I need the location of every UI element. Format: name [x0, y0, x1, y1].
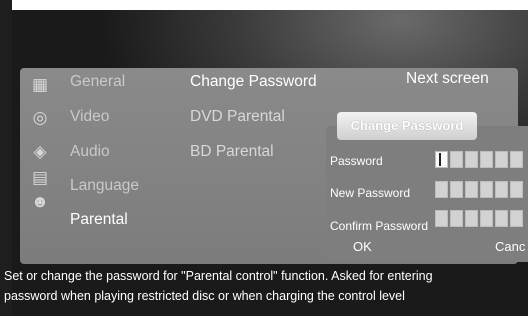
- film-reel-icon: ◎: [32, 108, 48, 127]
- confirm-password-label: Confirm Password: [330, 219, 429, 233]
- gear-box-icon: ▦: [31, 75, 49, 94]
- password-digit-box[interactable]: [435, 151, 448, 168]
- menu-item-video[interactable]: Video: [70, 108, 109, 126]
- new-password-input[interactable]: [435, 181, 523, 198]
- confirm-password-input[interactable]: [435, 210, 523, 227]
- password-digit-box[interactable]: [450, 151, 463, 168]
- password-digit-box[interactable]: [510, 151, 523, 168]
- new-password-digit-box[interactable]: [465, 181, 478, 198]
- password-digit-box[interactable]: [495, 151, 508, 168]
- next-screen-label[interactable]: Next screen: [406, 70, 489, 88]
- password-digit-box[interactable]: [465, 151, 478, 168]
- menu-item-parental[interactable]: Parental: [70, 211, 128, 229]
- menu-item-general[interactable]: General: [70, 73, 125, 91]
- speaker-icon: ◈: [33, 142, 47, 161]
- confirm-password-digit-box[interactable]: [450, 210, 463, 227]
- new-password-label: New Password: [330, 186, 411, 200]
- help-text: Set or change the password for "Parental…: [4, 266, 524, 306]
- confirm-password-digit-box[interactable]: [480, 210, 493, 227]
- new-password-digit-box[interactable]: [480, 181, 493, 198]
- language-icon: ▤: [31, 168, 49, 187]
- password-digit-box[interactable]: [480, 151, 493, 168]
- dialog-title: Change Password: [337, 112, 477, 140]
- cancel-button[interactable]: Canc: [495, 239, 525, 254]
- top-border: [0, 0, 528, 10]
- ok-button[interactable]: OK: [353, 239, 372, 254]
- confirm-password-digit-box[interactable]: [510, 210, 523, 227]
- help-text-line-1: Set or change the password for "Parental…: [4, 269, 433, 283]
- menu-item-audio[interactable]: Audio: [70, 143, 110, 161]
- submenu-change-password[interactable]: Change Password: [190, 73, 317, 91]
- submenu-dvd-parental[interactable]: DVD Parental: [190, 108, 285, 126]
- submenu-bd-parental[interactable]: BD Parental: [190, 143, 274, 161]
- confirm-password-digit-box[interactable]: [465, 210, 478, 227]
- new-password-digit-box[interactable]: [450, 181, 463, 198]
- help-text-line-2: password when playing restricted disc or…: [4, 289, 405, 303]
- new-password-digit-box[interactable]: [495, 181, 508, 198]
- new-password-digit-box[interactable]: [435, 181, 448, 198]
- new-password-digit-box[interactable]: [510, 181, 523, 198]
- confirm-password-digit-box[interactable]: [495, 210, 508, 227]
- password-label: Password: [330, 154, 383, 168]
- confirm-password-digit-box[interactable]: [435, 210, 448, 227]
- menu-item-language[interactable]: Language: [70, 177, 139, 195]
- password-input[interactable]: [435, 151, 523, 168]
- parental-icon: ☻: [31, 192, 49, 211]
